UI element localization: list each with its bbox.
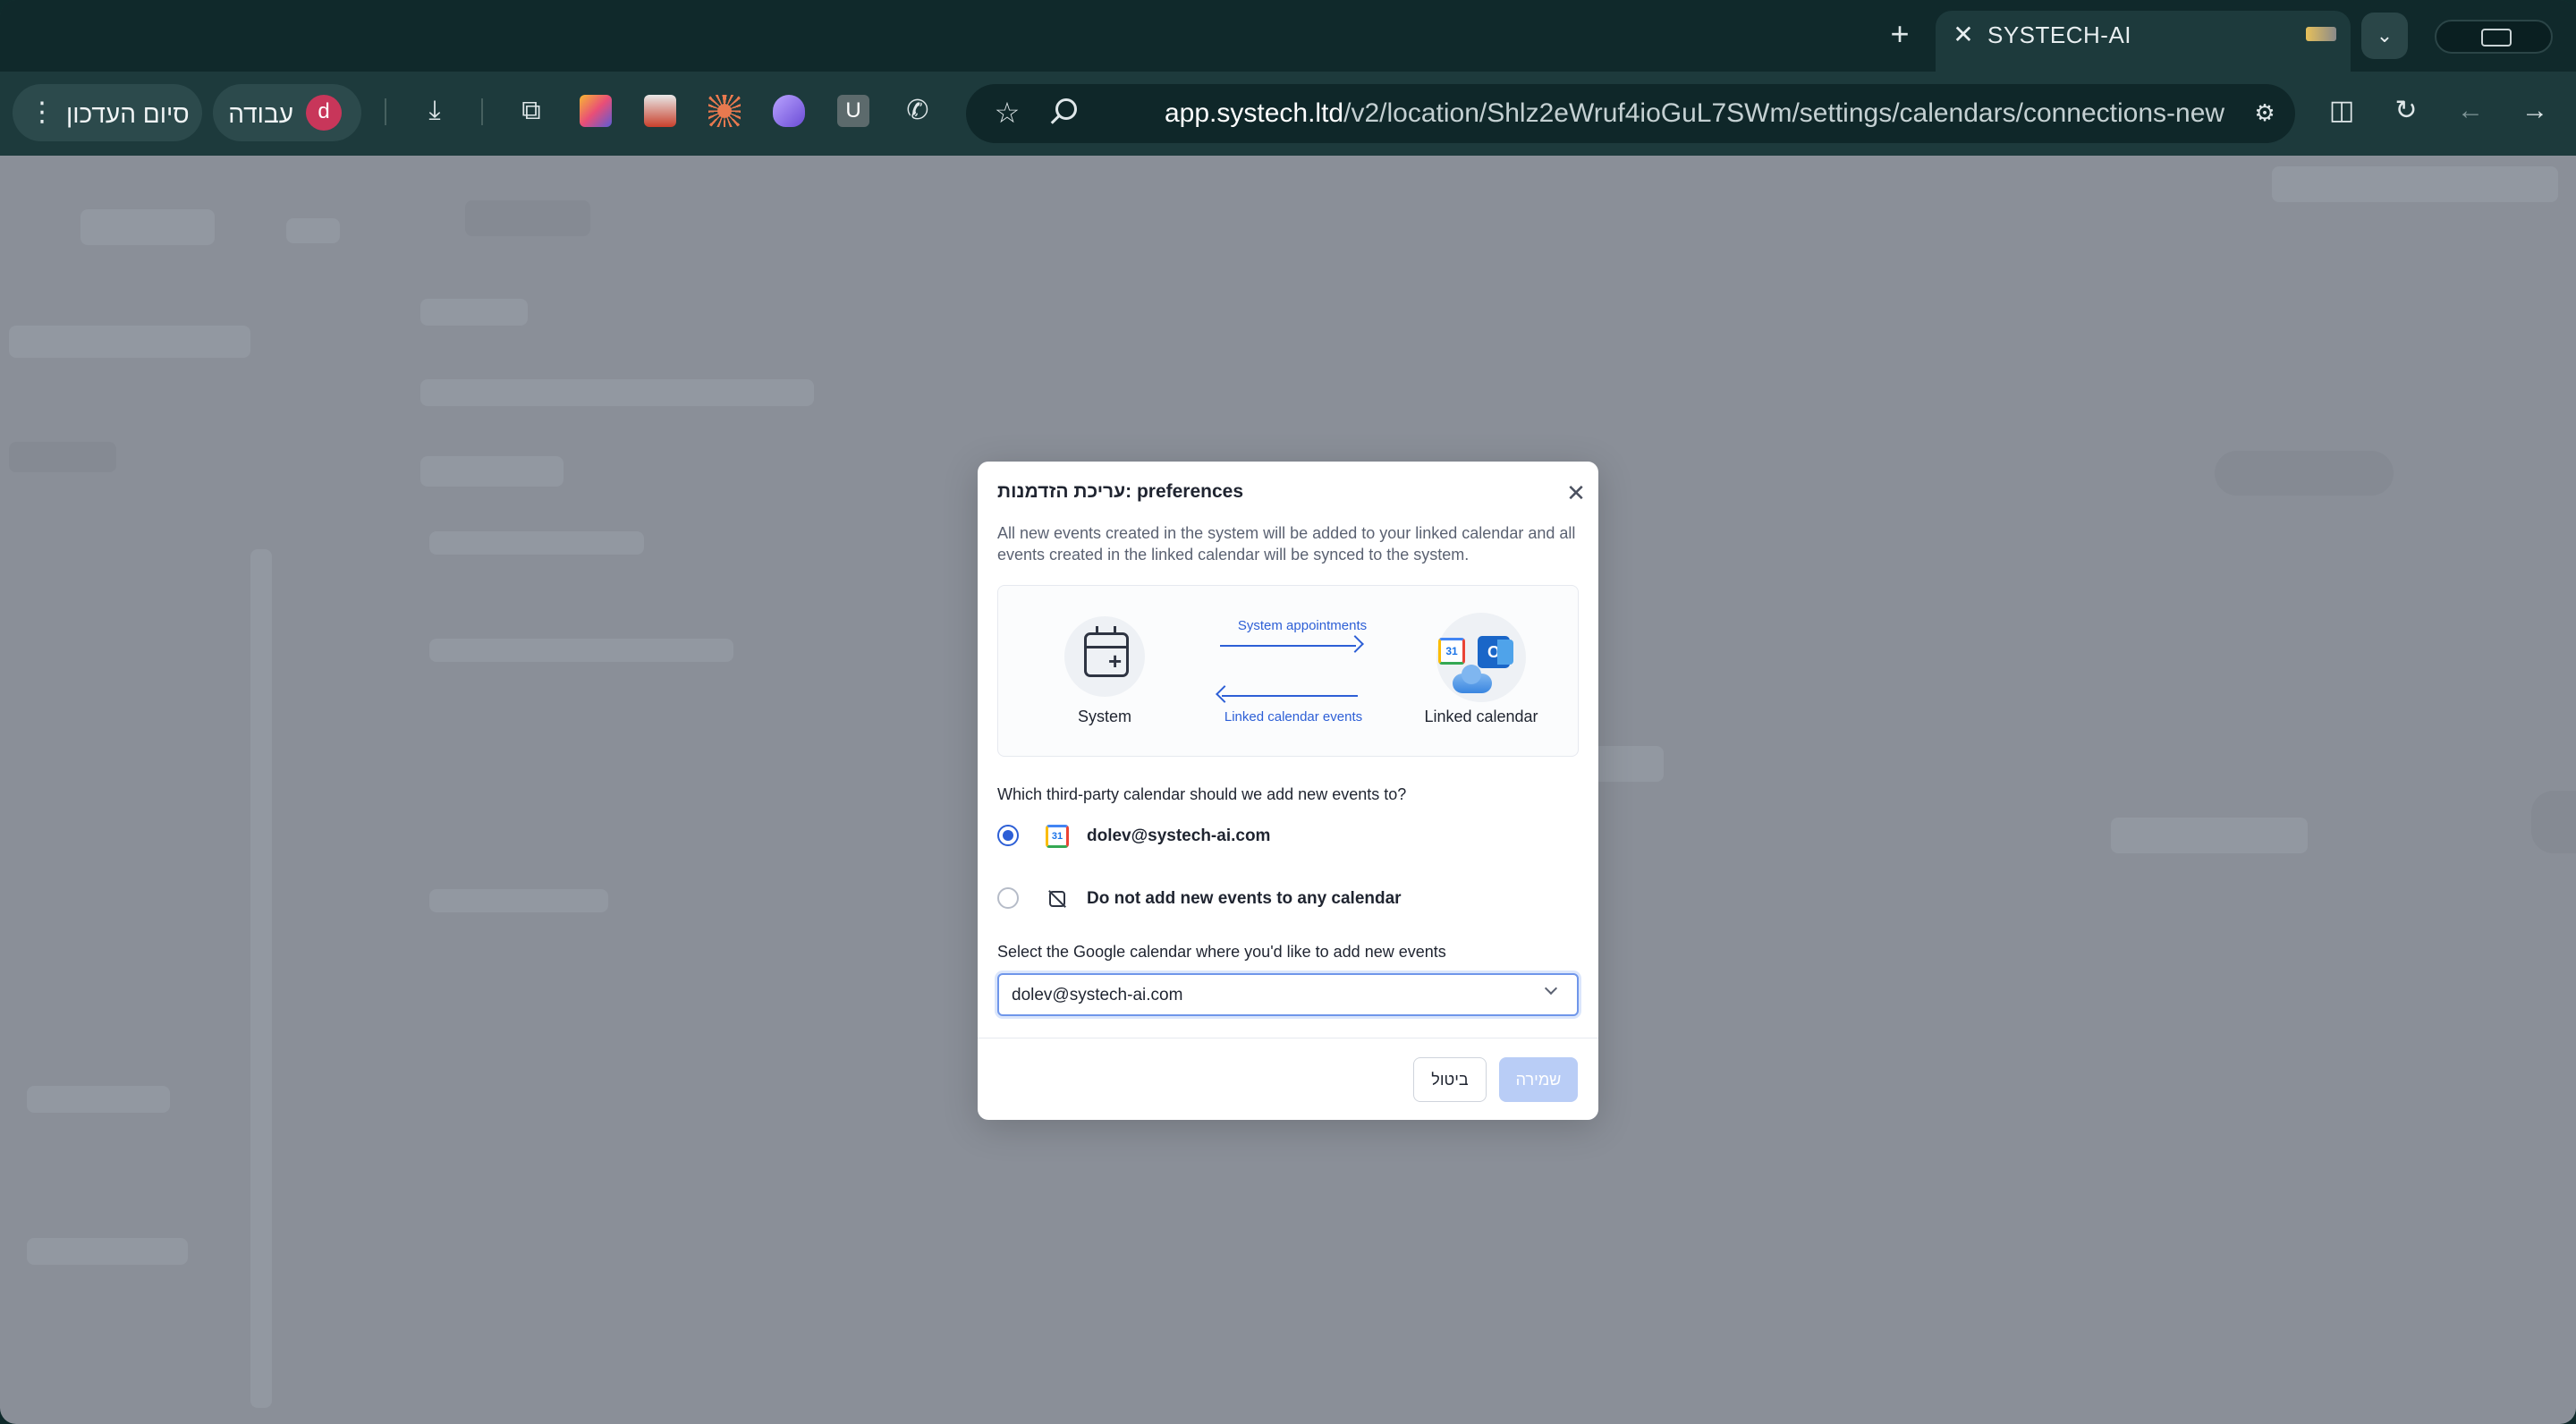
arrow-right-icon bbox=[1220, 645, 1356, 647]
site-favicon-icon bbox=[2306, 27, 2336, 41]
back-arrow-icon[interactable]: ← bbox=[2453, 93, 2488, 129]
linked-calendar-label: Linked calendar bbox=[1424, 708, 1538, 725]
address-url[interactable]: app.systech.ltd/v2/location/Shlz2eWruf4i… bbox=[1165, 98, 2224, 129]
extension-obsidian-icon[interactable] bbox=[773, 95, 805, 127]
dialog-title: עריכת הזדמנות: preferences bbox=[997, 481, 1244, 502]
backdrop-block bbox=[2272, 166, 2558, 202]
backdrop-block bbox=[2111, 818, 2308, 853]
backdrop-block bbox=[2531, 791, 2576, 853]
radio-no-calendar[interactable] bbox=[997, 887, 1019, 909]
avatar: d bbox=[306, 95, 342, 131]
cancel-button[interactable]: ביטול bbox=[1413, 1057, 1487, 1102]
split-view-icon[interactable]: ◫ bbox=[2324, 93, 2360, 129]
google-calendar-select[interactable]: dolev@systech-ai.com bbox=[997, 973, 1579, 1016]
outlook-icon: O bbox=[1478, 636, 1513, 668]
icloud-icon bbox=[1453, 665, 1492, 693]
google-calendar-select-label: Select the Google calendar where you'd l… bbox=[997, 943, 1446, 961]
chevron-down-icon bbox=[1544, 981, 1558, 996]
profile-window-icon bbox=[2481, 29, 2512, 47]
extension-screenshot-icon[interactable] bbox=[644, 95, 676, 127]
zoom-search-icon[interactable] bbox=[1046, 95, 1082, 131]
toolbar-divider bbox=[385, 98, 386, 125]
site-settings-icon[interactable]: ⚙ bbox=[2247, 95, 2283, 131]
url-host: app.systech.ltd bbox=[1165, 98, 1344, 128]
bookmark-star-icon[interactable]: ☆ bbox=[989, 95, 1025, 131]
extension-pen-icon[interactable] bbox=[580, 95, 612, 127]
backdrop-block bbox=[250, 549, 272, 1408]
backdrop-block bbox=[286, 218, 340, 243]
calendar-off-icon bbox=[1047, 889, 1067, 909]
backdrop-block bbox=[80, 209, 215, 245]
forward-arrow-icon[interactable]: → bbox=[2517, 93, 2553, 129]
tab-title: SYSTECH-AI bbox=[1987, 21, 2132, 48]
calendar-plus-icon: + bbox=[1084, 626, 1129, 677]
extension-u-icon[interactable]: U bbox=[837, 95, 869, 127]
option-google-account-label[interactable]: dolev@systech-ai.com bbox=[1087, 826, 1270, 846]
backdrop-block bbox=[429, 889, 608, 912]
finish-update-button[interactable]: ⋮ סיום העדכון bbox=[13, 84, 202, 141]
url-path: /v2/location/Shlz2eWruf4ioGuL7SWm/settin… bbox=[1343, 98, 2225, 128]
extensions-puzzle-icon[interactable]: ⧉ bbox=[513, 93, 549, 129]
extension-claude-icon[interactable] bbox=[708, 95, 741, 127]
backdrop-block bbox=[9, 442, 116, 472]
browser-window: + ✕ SYSTECH-AI ⌄ ⋮ סיום העדכון עבודה d ⤓… bbox=[0, 0, 2576, 1424]
toolbar-divider bbox=[481, 98, 483, 125]
extension-phone-icon[interactable]: ✆ bbox=[900, 93, 936, 129]
google-calendar-icon: 31 bbox=[1438, 638, 1465, 665]
download-icon[interactable]: ⤓ bbox=[417, 93, 453, 129]
tab-list-chevron-icon[interactable]: ⌄ bbox=[2361, 13, 2408, 59]
finish-update-label: סיום העדכון bbox=[66, 100, 190, 128]
tab-strip: + ✕ SYSTECH-AI ⌄ bbox=[0, 0, 2576, 72]
close-tab-icon[interactable]: ✕ bbox=[1950, 21, 1977, 48]
backdrop-block bbox=[27, 1238, 188, 1265]
option-no-calendar-label[interactable]: Do not add new events to any calendar bbox=[1087, 889, 1402, 909]
more-vert-icon: ⋮ bbox=[29, 97, 55, 127]
new-tab-icon[interactable]: + bbox=[1884, 18, 1916, 50]
work-profile-label: עבודה bbox=[228, 100, 293, 128]
arrow-left-icon bbox=[1222, 695, 1358, 697]
backdrop-block bbox=[420, 379, 814, 406]
arrow-left-head bbox=[1216, 685, 1233, 703]
save-button[interactable]: שמירה bbox=[1499, 1057, 1578, 1102]
system-label: System bbox=[1077, 708, 1131, 725]
reload-icon[interactable]: ↻ bbox=[2388, 93, 2424, 129]
arrow-top-label: System appointments bbox=[1237, 618, 1368, 633]
arrow-right-head bbox=[1346, 635, 1364, 653]
backdrop-block bbox=[429, 639, 733, 662]
radio-google-account[interactable] bbox=[997, 825, 1019, 846]
close-icon[interactable]: ✕ bbox=[1564, 481, 1588, 504]
backdrop-block bbox=[2215, 451, 2394, 496]
work-profile-button[interactable]: עבודה d bbox=[213, 84, 361, 141]
calendar-preferences-dialog: עריכת הזדמנות: preferences ✕ All new eve… bbox=[978, 462, 1598, 1120]
backdrop-block bbox=[1592, 746, 1664, 782]
select-value: dolev@systech-ai.com bbox=[1012, 986, 1183, 1004]
google-calendar-icon: 31 bbox=[1046, 825, 1069, 848]
backdrop-block bbox=[420, 456, 564, 487]
backdrop-block bbox=[465, 200, 590, 236]
arrow-bottom-label: Linked calendar events bbox=[1224, 709, 1363, 725]
backdrop-block bbox=[420, 299, 528, 326]
sync-diagram: + System System appointments Linked cale… bbox=[997, 585, 1579, 757]
dialog-description: All new events created in the system wil… bbox=[997, 524, 1576, 564]
backdrop-block bbox=[429, 531, 644, 555]
calendar-question: Which third-party calendar should we add… bbox=[997, 785, 1407, 803]
profile-window-button[interactable] bbox=[2435, 20, 2553, 54]
backdrop-block bbox=[9, 326, 250, 358]
backdrop-block bbox=[27, 1086, 170, 1113]
